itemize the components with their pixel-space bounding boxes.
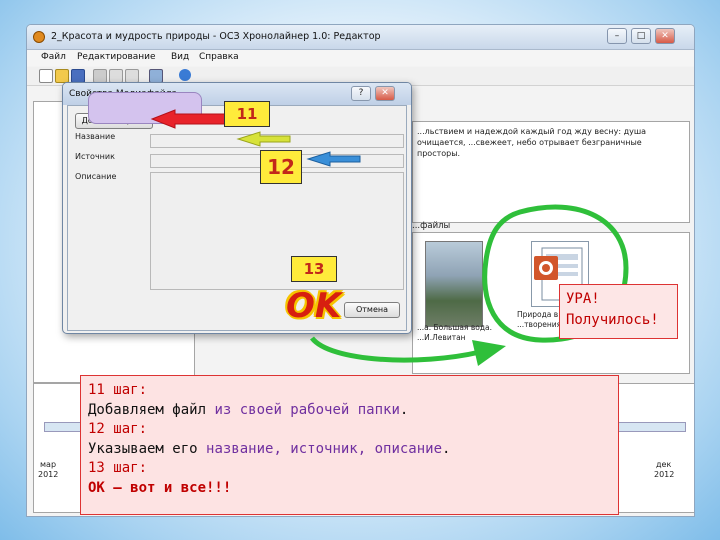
step-12-badge: 12 xyxy=(260,150,302,184)
step-13-title: 13 шаг: xyxy=(88,460,148,476)
green-arrow xyxy=(310,336,481,363)
red-arrow xyxy=(150,109,229,129)
step-11-badge: 11 xyxy=(224,101,270,127)
success-callout: УРА! Получилось! xyxy=(559,284,678,339)
step-12-text: Указываем его название, источник, описан… xyxy=(88,440,451,457)
blue-arrow xyxy=(306,151,361,167)
step-12-title: 12 шаг: xyxy=(88,421,148,437)
success-line-1: УРА! xyxy=(566,291,600,307)
success-line-2: Получилось! xyxy=(566,312,659,328)
step-13-text: ОК – вот и все!!! xyxy=(88,479,232,496)
step-13-badge: 13 xyxy=(291,256,337,282)
ok-button-stamp[interactable]: OK xyxy=(286,286,341,326)
instructions-box: 11 шаг: Добавляем файл из своей рабочей … xyxy=(80,375,619,515)
step-11-text: Добавляем файл из своей рабочей папки. xyxy=(88,401,409,418)
yellow-arrow xyxy=(236,131,291,147)
green-arrowhead xyxy=(472,340,506,366)
step-11-title: 11 шаг: xyxy=(88,382,148,398)
